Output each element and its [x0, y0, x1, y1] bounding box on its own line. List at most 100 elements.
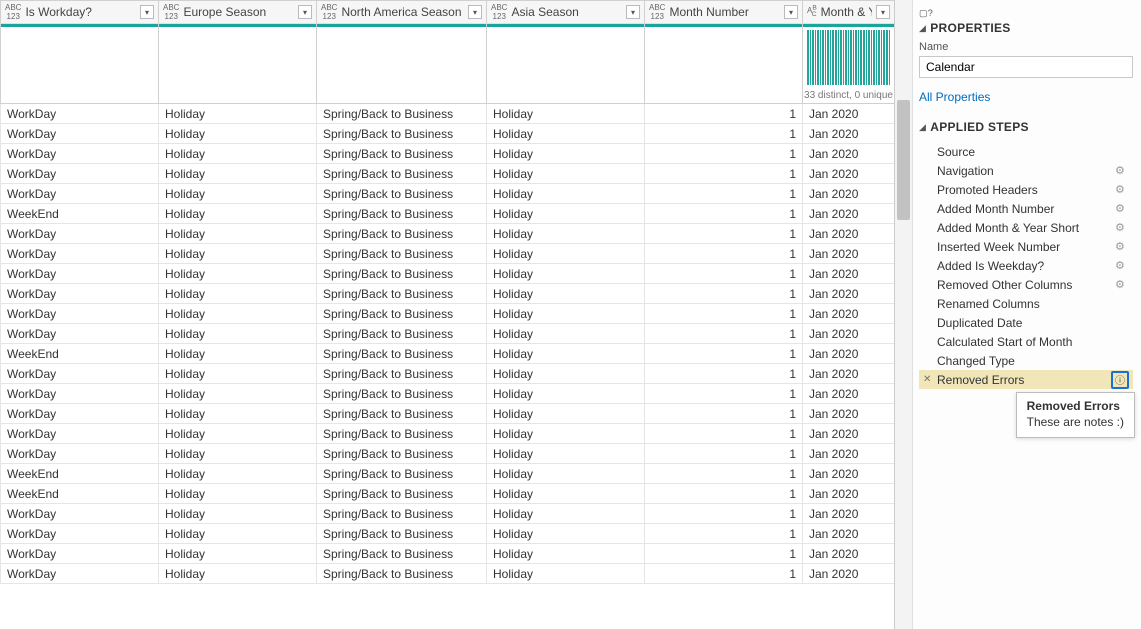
cell[interactable]: Spring/Back to Business [317, 544, 487, 564]
cell[interactable]: Holiday [159, 324, 317, 344]
cell[interactable]: Holiday [159, 104, 317, 124]
cell[interactable]: WorkDay [1, 504, 159, 524]
cell[interactable]: 1 [645, 164, 803, 184]
cell[interactable]: Jan 2020 [803, 344, 895, 364]
cell[interactable]: WeekEnd [1, 204, 159, 224]
cell[interactable]: Jan 2020 [803, 224, 895, 244]
cell[interactable]: Holiday [159, 504, 317, 524]
cell[interactable]: Jan 2020 [803, 164, 895, 184]
cell[interactable]: WorkDay [1, 364, 159, 384]
table-row[interactable]: WorkDayHolidaySpring/Back to BusinessHol… [1, 264, 895, 284]
cell[interactable]: Holiday [159, 444, 317, 464]
cell[interactable]: 1 [645, 284, 803, 304]
column-profile[interactable] [159, 24, 317, 104]
cell[interactable]: Holiday [159, 464, 317, 484]
cell[interactable]: WorkDay [1, 164, 159, 184]
table-row[interactable]: WeekEndHolidaySpring/Back to BusinessHol… [1, 344, 895, 364]
cell[interactable]: Holiday [487, 284, 645, 304]
cell[interactable]: Holiday [487, 524, 645, 544]
cell[interactable]: Spring/Back to Business [317, 284, 487, 304]
column-filter-button[interactable]: ▾ [468, 5, 482, 19]
cell[interactable]: Spring/Back to Business [317, 244, 487, 264]
cell[interactable]: Holiday [487, 444, 645, 464]
datatype-icon[interactable]: ABC123 [491, 3, 507, 21]
cell[interactable]: Spring/Back to Business [317, 384, 487, 404]
cell[interactable]: 1 [645, 464, 803, 484]
cell[interactable]: Spring/Back to Business [317, 464, 487, 484]
table-row[interactable]: WorkDayHolidaySpring/Back to BusinessHol… [1, 504, 895, 524]
cell[interactable]: Spring/Back to Business [317, 144, 487, 164]
cell[interactable]: WeekEnd [1, 484, 159, 504]
cell[interactable]: Holiday [487, 324, 645, 344]
cell[interactable]: Spring/Back to Business [317, 484, 487, 504]
cell[interactable]: 1 [645, 344, 803, 364]
datatype-icon[interactable]: ABC123 [5, 3, 21, 21]
table-row[interactable]: WorkDayHolidaySpring/Back to BusinessHol… [1, 444, 895, 464]
cell[interactable]: 1 [645, 484, 803, 504]
cell[interactable]: Spring/Back to Business [317, 324, 487, 344]
cell[interactable]: 1 [645, 364, 803, 384]
cell[interactable]: Holiday [159, 544, 317, 564]
cell[interactable]: Holiday [159, 344, 317, 364]
cell[interactable]: Jan 2020 [803, 544, 895, 564]
cell[interactable]: WorkDay [1, 564, 159, 584]
cell[interactable]: Holiday [487, 384, 645, 404]
cell[interactable]: Spring/Back to Business [317, 224, 487, 244]
cell[interactable]: Spring/Back to Business [317, 184, 487, 204]
cell[interactable]: Holiday [487, 304, 645, 324]
column-header[interactable]: ABC123Month Number▾ [645, 1, 803, 24]
cell[interactable]: 1 [645, 544, 803, 564]
cell[interactable]: WorkDay [1, 524, 159, 544]
cell[interactable]: WorkDay [1, 144, 159, 164]
cell[interactable]: Holiday [159, 164, 317, 184]
column-header[interactable]: ABC123Europe Season▾ [159, 1, 317, 24]
gear-icon[interactable]: ⚙ [1115, 221, 1129, 234]
cell[interactable]: Holiday [159, 284, 317, 304]
cell[interactable]: Holiday [159, 304, 317, 324]
info-icon[interactable]: ⓘ [1111, 371, 1129, 389]
cell[interactable]: Holiday [487, 564, 645, 584]
column-filter-button[interactable]: ▾ [140, 5, 154, 19]
cell[interactable]: 1 [645, 264, 803, 284]
applied-step[interactable]: Removed Other Columns⚙ [919, 275, 1133, 294]
cell[interactable]: Spring/Back to Business [317, 344, 487, 364]
cell[interactable]: Jan 2020 [803, 264, 895, 284]
cell[interactable]: 1 [645, 564, 803, 584]
cell[interactable]: Spring/Back to Business [317, 424, 487, 444]
cell[interactable]: 1 [645, 124, 803, 144]
cell[interactable]: Holiday [487, 184, 645, 204]
cell[interactable]: Holiday [487, 224, 645, 244]
cell[interactable]: WorkDay [1, 244, 159, 264]
table-row[interactable]: WorkDayHolidaySpring/Back to BusinessHol… [1, 364, 895, 384]
cell[interactable]: Holiday [487, 424, 645, 444]
gear-icon[interactable]: ⚙ [1115, 164, 1129, 177]
delete-step-icon[interactable]: ✕ [923, 374, 931, 385]
table-row[interactable]: WorkDayHolidaySpring/Back to BusinessHol… [1, 244, 895, 264]
column-profile[interactable] [1, 24, 159, 104]
cell[interactable]: Holiday [487, 484, 645, 504]
cell[interactable]: Jan 2020 [803, 324, 895, 344]
column-header[interactable]: ABC123North America Season▾ [317, 1, 487, 24]
all-properties-link[interactable]: All Properties [919, 90, 990, 104]
table-row[interactable]: WorkDayHolidaySpring/Back to BusinessHol… [1, 324, 895, 344]
cell[interactable]: Holiday [487, 244, 645, 264]
table-row[interactable]: WorkDayHolidaySpring/Back to BusinessHol… [1, 284, 895, 304]
table-row[interactable]: WorkDayHolidaySpring/Back to BusinessHol… [1, 524, 895, 544]
cell[interactable]: WorkDay [1, 424, 159, 444]
gear-icon[interactable]: ⚙ [1115, 202, 1129, 215]
cell[interactable]: Jan 2020 [803, 424, 895, 444]
gear-icon[interactable]: ⚙ [1115, 183, 1129, 196]
cell[interactable]: Holiday [487, 204, 645, 224]
scrollbar-thumb[interactable] [897, 100, 910, 220]
cell[interactable]: Holiday [159, 204, 317, 224]
cell[interactable]: WorkDay [1, 184, 159, 204]
cell[interactable]: WorkDay [1, 384, 159, 404]
cell[interactable]: Holiday [159, 264, 317, 284]
cell[interactable]: Holiday [159, 564, 317, 584]
cell[interactable]: Jan 2020 [803, 564, 895, 584]
cell[interactable]: Holiday [487, 344, 645, 364]
cell[interactable]: Holiday [487, 144, 645, 164]
table-row[interactable]: WorkDayHolidaySpring/Back to BusinessHol… [1, 164, 895, 184]
cell[interactable]: Jan 2020 [803, 484, 895, 504]
cell[interactable]: Holiday [159, 384, 317, 404]
